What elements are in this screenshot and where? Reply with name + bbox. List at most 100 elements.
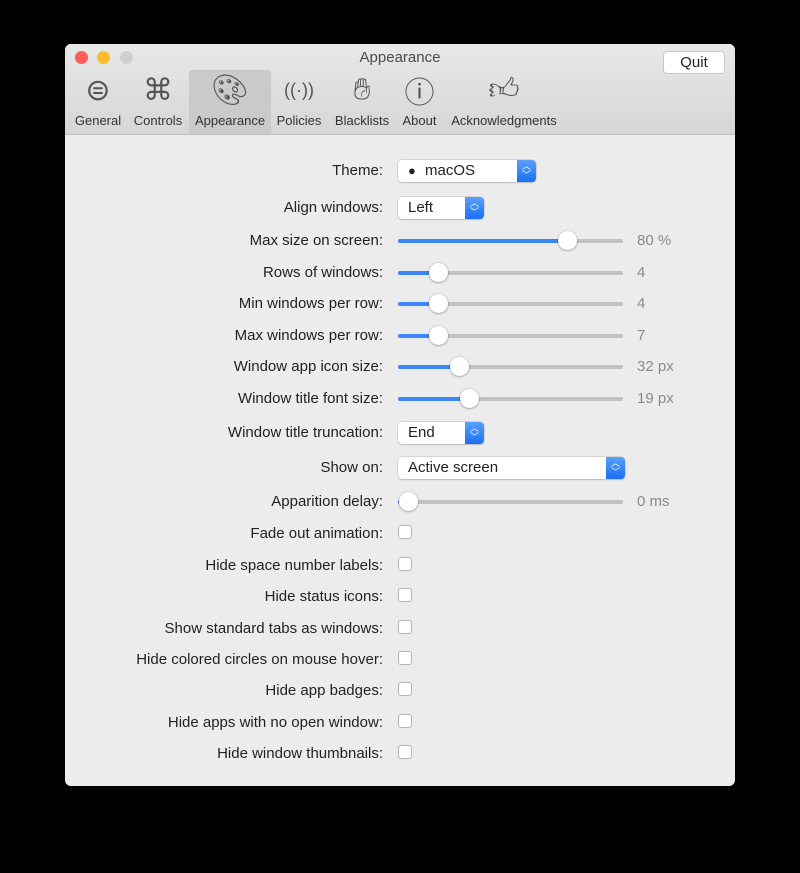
setting-label: Apparition delay: [271,493,383,510]
chevron-up-down-icon: ︿ ﹀ [606,457,625,479]
thumbs-up-icon: 👍︎ [488,73,520,106]
tab-acknowledgments[interactable]: 👍︎ Acknowledgments [444,70,564,134]
setting-label: Hide app badges: [265,682,383,699]
setting-label: Hide window thumbnails: [217,745,383,762]
slider-knob[interactable] [429,294,449,313]
palette-icon: 🎨︎ [210,73,250,107]
tab-label: Policies [276,113,322,128]
command-icon: ⌘ [143,73,173,107]
tab-label: Appearance [194,113,266,128]
slider-value: 80 % [637,232,672,249]
setting-apparition-delay: Apparition delay: 0 ms [65,490,735,514]
slider-knob[interactable] [429,263,449,282]
setting-label: Max windows per row: [234,327,383,344]
max-windows-per-row-slider[interactable] [398,326,623,345]
hide-app-badges-checkbox[interactable] [398,682,412,696]
slider-knob[interactable] [429,326,449,345]
window-title-font-size-slider[interactable] [398,389,623,408]
popup-value: Left [408,199,434,216]
setting-align-windows: Align windows: Left ︿ ﹀ [65,196,735,220]
setting-label: Align windows: [283,199,383,216]
tab-appearance[interactable]: 🎨︎ Appearance [189,70,271,134]
slider-knob[interactable] [398,492,418,511]
popup-value: Active screen [408,459,499,476]
max-size-on-screen-slider[interactable] [398,231,623,250]
setting-label: Min windows per row: [238,295,383,312]
slider-knob[interactable] [460,389,479,408]
info-icon: ⓘ [404,77,435,110]
setting-max-size-on-screen: Max size on screen: 80 % [65,229,735,253]
setting-hide-window-thumbnails: Hide window thumbnails: [65,742,735,766]
slider-value: 7 [637,327,646,344]
window-title: Appearance [359,49,441,66]
popup-value: End [408,424,435,441]
setting-rows-of-windows: Rows of windows: 4 [65,261,735,285]
slider-knob[interactable] [449,357,469,376]
setting-label: Fade out animation: [250,525,383,542]
slider-value: 4 [637,295,646,312]
setting-label: Theme: [332,162,383,179]
hide-space-number-labels-checkbox[interactable] [398,557,412,571]
setting-label: Show on: [320,459,383,476]
setting-hide-app-badges: Hide app badges: [65,679,735,703]
slider-knob[interactable] [558,231,578,250]
setting-hide-status-icons: Hide status icons: [65,585,735,609]
setting-window-title-font-size: Window title font size: 19 px [65,387,735,411]
setting-hide-space-number-labels: Hide space number labels: [65,554,735,578]
tab-general[interactable]: ⊜ General [70,70,126,134]
setting-label: Show standard tabs as windows: [164,620,383,637]
show-standard-tabs-as-windows-checkbox[interactable] [398,620,412,634]
preferences-window: Appearance Quit ⊜ General ⌘ Controls 🎨︎ Appea… [65,44,735,786]
setting-label: Max size on screen: [249,232,383,249]
setting-window-title-truncation: Window title truncation: End ︿ ﹀ [65,421,735,445]
setting-theme: Theme: ● macOS ︿ ﹀ [65,159,735,183]
slider-value: 19 px [637,390,674,407]
setting-label: Hide space number labels: [205,557,383,574]
setting-label: Hide apps with no open window: [167,714,383,731]
min-windows-per-row-slider[interactable] [398,294,623,313]
hide-window-thumbnails-checkbox[interactable] [398,745,412,759]
chevron-up-down-icon: ︿ ﹀ [465,197,484,219]
align-windows-popup[interactable]: Left ︿ ﹀ [398,197,484,219]
slider-value: 32 px [637,358,674,375]
hide-colored-circles-on-mouse-hover-checkbox[interactable] [398,651,412,665]
setting-hide-apps-with-no-open-window: Hide apps with no open window: [65,711,735,735]
show-on-popup[interactable]: Active screen ︿ ﹀ [398,457,625,479]
setting-label: Hide status icons: [264,588,383,605]
tab-label: Blacklists [334,113,390,128]
chevron-up-down-icon: ︿ ﹀ [465,422,484,444]
rows-of-windows-slider[interactable] [398,263,623,282]
setting-hide-colored-circles-on-mouse-hover: Hide colored circles on mouse hover: [65,648,735,672]
toolbar: Appearance Quit ⊜ General ⌘ Controls 🎨︎ Appea… [65,44,735,135]
setting-label: Window title font size: [237,390,383,407]
slider-value: 0 ms [637,493,670,510]
hide-status-icons-checkbox[interactable] [398,588,412,602]
apple-icon: ● [408,163,416,178]
setting-label: Window title truncation: [227,424,383,441]
hide-apps-with-no-open-window-checkbox[interactable] [398,714,412,728]
tab-label: Acknowledgments [451,113,557,128]
setting-window-app-icon-size: Window app icon size: 32 px [65,355,735,379]
setting-fade-out-animation: Fade out animation: [65,522,735,546]
setting-label: Window app icon size: [233,358,383,375]
tab-controls[interactable]: ⌘ Controls [129,70,187,134]
tab-blacklists[interactable]: ✋︎ Blacklists [331,70,393,134]
tab-label: General [74,113,122,128]
setting-label: Rows of windows: [262,264,383,281]
slider-value: 4 [637,264,646,281]
toggle-icon: ⊜ [85,73,111,107]
setting-show-standard-tabs-as-windows: Show standard tabs as windows: [65,617,735,641]
chevron-up-down-icon: ︿ ﹀ [517,160,536,182]
setting-min-windows-per-row: Min windows per row: 4 [65,292,735,316]
apparition-delay-slider[interactable] [398,492,623,511]
fade-out-animation-checkbox[interactable] [398,525,412,539]
window-title-truncation-popup[interactable]: End ︿ ﹀ [398,422,484,444]
quit-button[interactable]: Quit [663,51,725,74]
tab-about[interactable]: ⓘ About [397,70,442,134]
tab-policies[interactable]: ((·)) Policies [272,70,326,134]
theme-popup[interactable]: ● macOS ︿ ﹀ [398,160,536,182]
window-app-icon-size-slider[interactable] [398,357,623,376]
hand-icon: ✋︎ [353,73,371,106]
setting-max-windows-per-row: Max windows per row: 7 [65,324,735,348]
tab-label: Controls [133,113,183,128]
